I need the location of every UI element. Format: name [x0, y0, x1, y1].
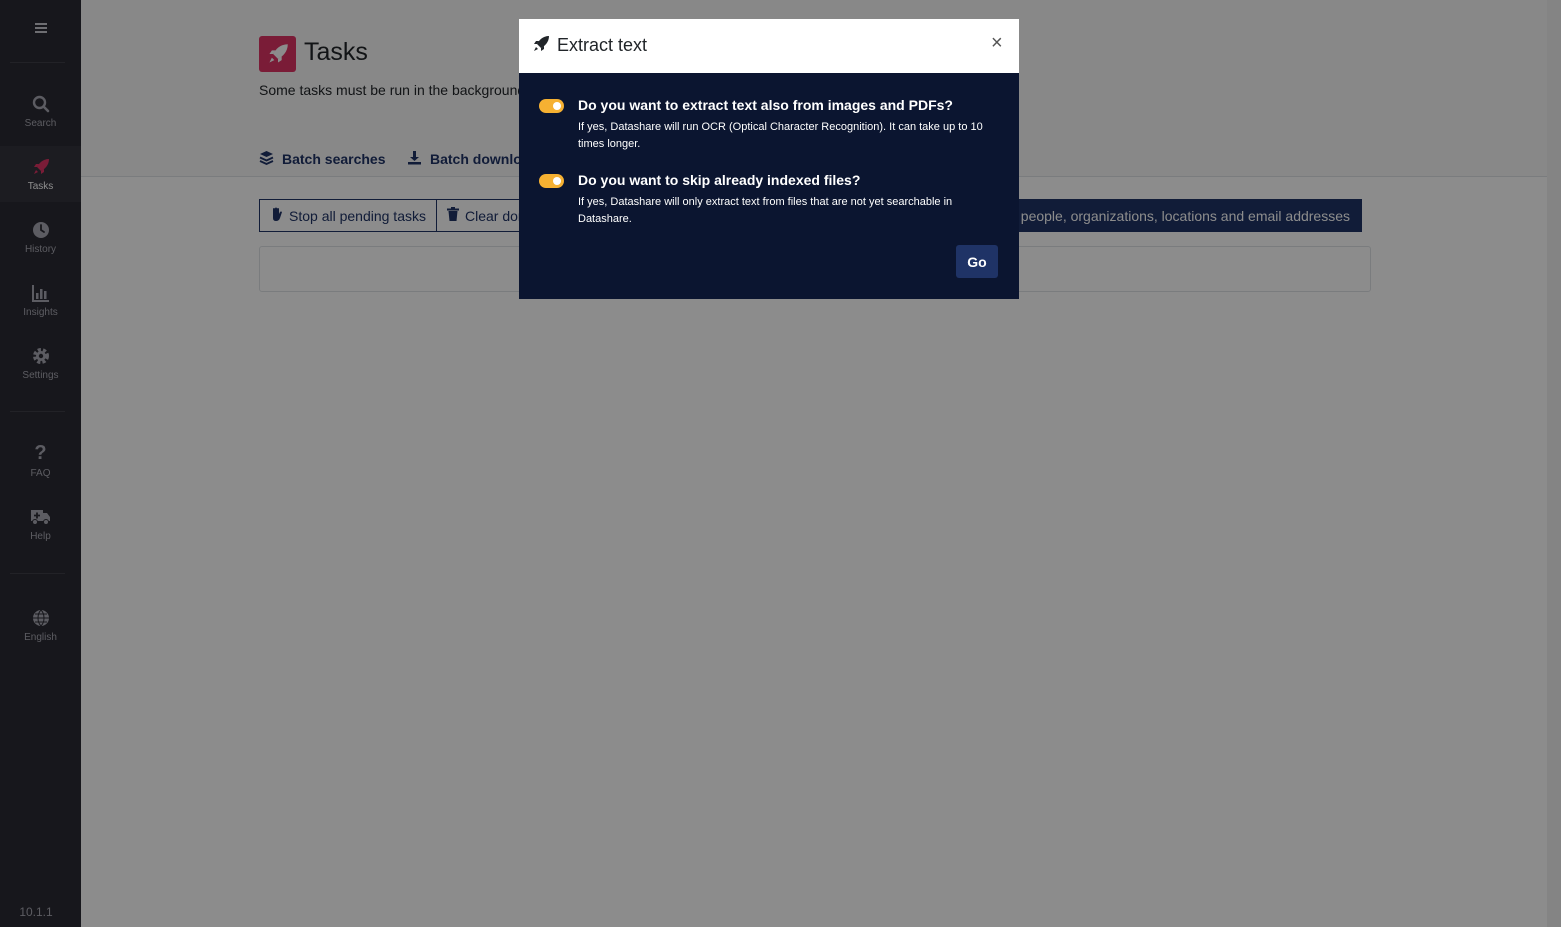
- skip-indexed-description: If yes, Datashare will only extract text…: [578, 196, 953, 225]
- extract-text-modal: Extract text × Do you want to extract te…: [519, 19, 1019, 299]
- go-button[interactable]: Go: [956, 245, 998, 278]
- ocr-description: If yes, Datashare will run OCR (Optical …: [578, 121, 983, 150]
- modal-header: Extract text ×: [519, 19, 1019, 73]
- ocr-question: Do you want to extract text also from im…: [578, 97, 953, 113]
- ocr-toggle[interactable]: [539, 99, 564, 113]
- modal-title: Extract text: [557, 35, 648, 55]
- skip-indexed-question: Do you want to skip already indexed file…: [578, 172, 861, 188]
- rocket-icon: [532, 35, 550, 58]
- skip-indexed-toggle[interactable]: [539, 174, 564, 188]
- close-icon[interactable]: ×: [991, 33, 1003, 53]
